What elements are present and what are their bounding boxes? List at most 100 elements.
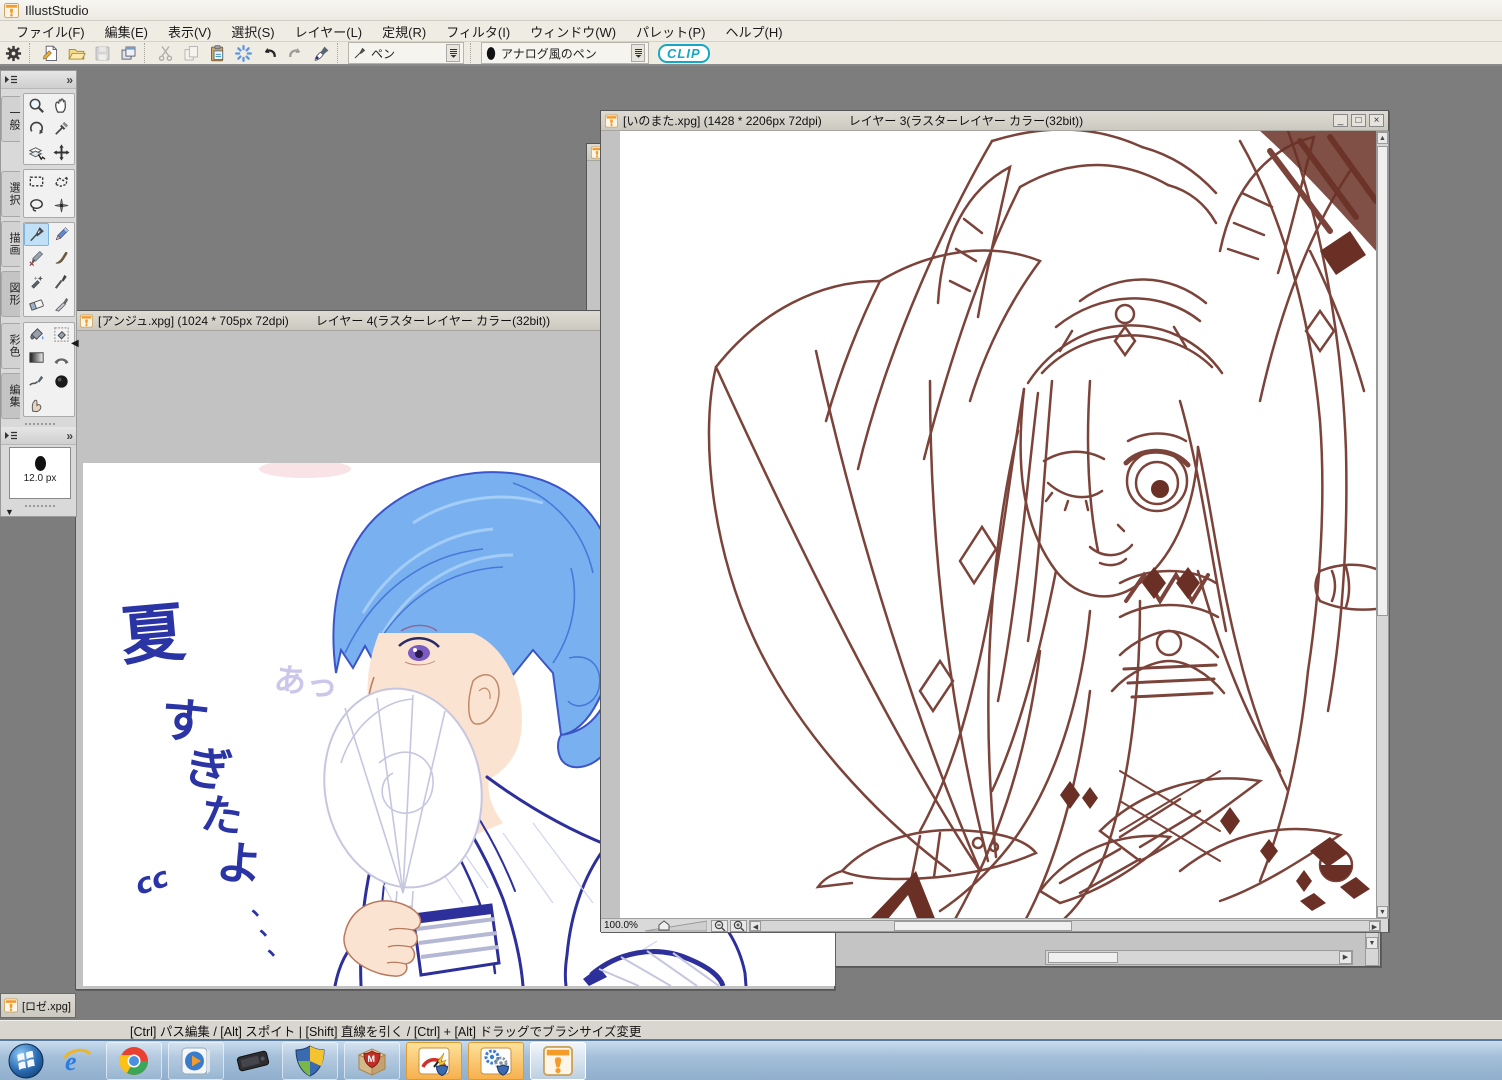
- eraser-tool[interactable]: [24, 293, 49, 316]
- rotate-canvas-tool[interactable]: [24, 117, 49, 140]
- menu-ruler[interactable]: 定規(R): [372, 20, 436, 43]
- close-button[interactable]: ×: [1369, 114, 1384, 127]
- new-document-button[interactable]: [38, 42, 62, 64]
- save-all-button[interactable]: [116, 42, 140, 64]
- menu-help[interactable]: ヘルプ(H): [715, 20, 792, 43]
- document-window-inomata[interactable]: [いのまた.xpg] (1428 * 2206px 72dpi) レイヤー 3(…: [600, 110, 1389, 932]
- inomata-canvas[interactable]: [620, 131, 1376, 919]
- preset-dropdown-button[interactable]: [631, 44, 645, 62]
- redo-button[interactable]: [283, 42, 307, 64]
- clip-logo[interactable]: CLIP: [658, 43, 710, 63]
- polyline-select-tool[interactable]: [49, 170, 74, 193]
- menu-window[interactable]: ウィンドウ(W): [520, 20, 626, 43]
- brush-preset-field[interactable]: アナログ風のペン: [481, 42, 649, 64]
- menu-view[interactable]: 表示(V): [158, 20, 221, 43]
- tool-palette: » 一般 選択 描画 図形 彩色 編集 » 12.0 px ▼: [0, 70, 77, 517]
- inomata-horizontal-scrollbar[interactable]: ◀ ▶: [749, 920, 1381, 932]
- hand-tool[interactable]: [49, 94, 74, 117]
- undo-button[interactable]: [257, 42, 281, 64]
- scroll-right-arrow[interactable]: ▶: [1369, 921, 1380, 931]
- taskbar-pen-tablet[interactable]: [230, 1042, 276, 1080]
- palette-expand-button[interactable]: »: [66, 73, 73, 87]
- taskbar-security-shield[interactable]: [282, 1041, 338, 1080]
- app-titlebar[interactable]: IllustStudio: [0, 0, 1502, 21]
- fude-brush-tool[interactable]: [49, 270, 74, 293]
- lasso-tool[interactable]: [24, 194, 49, 217]
- taskbar-media-player[interactable]: [168, 1041, 224, 1080]
- minimize-button[interactable]: _: [1333, 114, 1348, 127]
- refresh-spinner-button[interactable]: [231, 42, 255, 64]
- pencil-tool[interactable]: [49, 223, 74, 246]
- current-tool-field[interactable]: ペン: [348, 42, 464, 64]
- taskbar-internet-explorer[interactable]: e: [54, 1042, 100, 1080]
- horizontal-scroll-thumb[interactable]: [894, 921, 1072, 931]
- zoom-out-button[interactable]: [711, 919, 728, 932]
- vertical-scroll-thumb[interactable]: [1377, 146, 1388, 616]
- settings-gear-button[interactable]: [1, 42, 25, 64]
- knife-tool[interactable]: [49, 293, 74, 316]
- background-horizontal-scrollbar[interactable]: ▶: [1045, 950, 1353, 965]
- palette-tab-editing[interactable]: 編集: [1, 373, 20, 419]
- arch-tool[interactable]: [49, 346, 74, 369]
- marker-pen-tool[interactable]: [24, 246, 49, 269]
- airbrush-tool[interactable]: [24, 270, 49, 293]
- menu-file[interactable]: ファイル(F): [6, 20, 95, 43]
- rect-select-tool[interactable]: [24, 170, 49, 193]
- scroll-down-arrow[interactable]: ▼: [1377, 906, 1388, 918]
- panel-drag-handle[interactable]: [25, 503, 55, 507]
- maximize-button[interactable]: □: [1351, 114, 1366, 127]
- paste-button[interactable]: [205, 42, 229, 64]
- taskbar-chrome[interactable]: [106, 1041, 162, 1080]
- taskbar-illuststudio[interactable]: [530, 1041, 586, 1080]
- scroll-up-arrow[interactable]: ▲: [1377, 132, 1388, 144]
- menu-edit[interactable]: 編集(E): [95, 20, 158, 43]
- magic-wand-tool[interactable]: [49, 194, 74, 217]
- menu-palette[interactable]: パレット(P): [626, 20, 715, 43]
- tool-dropdown-button[interactable]: [446, 44, 460, 62]
- inomata-vertical-scrollbar[interactable]: ▲ ▼: [1376, 131, 1389, 919]
- taskbar-antivirus-box[interactable]: M: [344, 1041, 400, 1080]
- brush-panel-menu-button[interactable]: [4, 431, 18, 440]
- scroll-down-arrow[interactable]: ▼: [1366, 937, 1378, 949]
- layer-select-tool[interactable]: [24, 141, 49, 164]
- palette-tab-selection[interactable]: 選択: [1, 171, 20, 217]
- taskbar-system-utility[interactable]: [468, 1041, 524, 1080]
- panel-drag-handle[interactable]: [25, 421, 55, 425]
- minimized-window-roze[interactable]: [ロゼ.xpg]: [0, 993, 76, 1018]
- inomata-titlebar[interactable]: [いのまた.xpg] (1428 * 2206px 72dpi) レイヤー 3(…: [601, 111, 1388, 131]
- save-button[interactable]: [90, 42, 114, 64]
- cut-button[interactable]: [153, 42, 177, 64]
- brush-tool[interactable]: [49, 246, 74, 269]
- scroll-right-arrow[interactable]: ▶: [1339, 951, 1352, 964]
- palette-dock-arrow[interactable]: ◀: [71, 338, 79, 349]
- scroll-left-arrow[interactable]: ◀: [750, 921, 761, 931]
- pen-tool[interactable]: [24, 223, 49, 246]
- zoom-slider[interactable]: [645, 919, 707, 932]
- blend-finger-tool[interactable]: [24, 393, 49, 416]
- menu-filter[interactable]: フィルタ(I): [436, 20, 520, 43]
- start-button[interactable]: [8, 1043, 44, 1079]
- brush-panel-expand-button[interactable]: »: [66, 429, 73, 443]
- shade-circle-tool[interactable]: [49, 370, 74, 393]
- palette-tab-drawing[interactable]: 描画: [1, 221, 20, 267]
- palette-menu-button[interactable]: [4, 75, 18, 84]
- menu-select[interactable]: 選択(S): [221, 20, 284, 43]
- save-all-icon: [121, 46, 135, 60]
- fill-bucket-tool[interactable]: [24, 323, 49, 346]
- ink-pen-button[interactable]: [309, 42, 333, 64]
- palette-tab-shapes[interactable]: 図形: [1, 271, 20, 317]
- gradient-tool[interactable]: [24, 346, 49, 369]
- line-smooth-tool[interactable]: [24, 370, 49, 393]
- palette-tab-coloring[interactable]: 彩色: [1, 323, 20, 369]
- zoom-in-button[interactable]: [730, 919, 747, 932]
- open-file-button[interactable]: [64, 42, 88, 64]
- move-tool[interactable]: [49, 141, 74, 164]
- copy-button[interactable]: [179, 42, 203, 64]
- eyedropper-tool[interactable]: [49, 117, 74, 140]
- taskbar-tuneup-utility[interactable]: [406, 1041, 462, 1080]
- menu-layer[interactable]: レイヤー(L): [285, 20, 373, 43]
- zoom-tool[interactable]: [24, 94, 49, 117]
- brush-size-preview[interactable]: 12.0 px: [9, 447, 71, 499]
- palette-tab-general[interactable]: 一般: [1, 96, 20, 142]
- palette-collapse-button[interactable]: ▼: [5, 507, 14, 517]
